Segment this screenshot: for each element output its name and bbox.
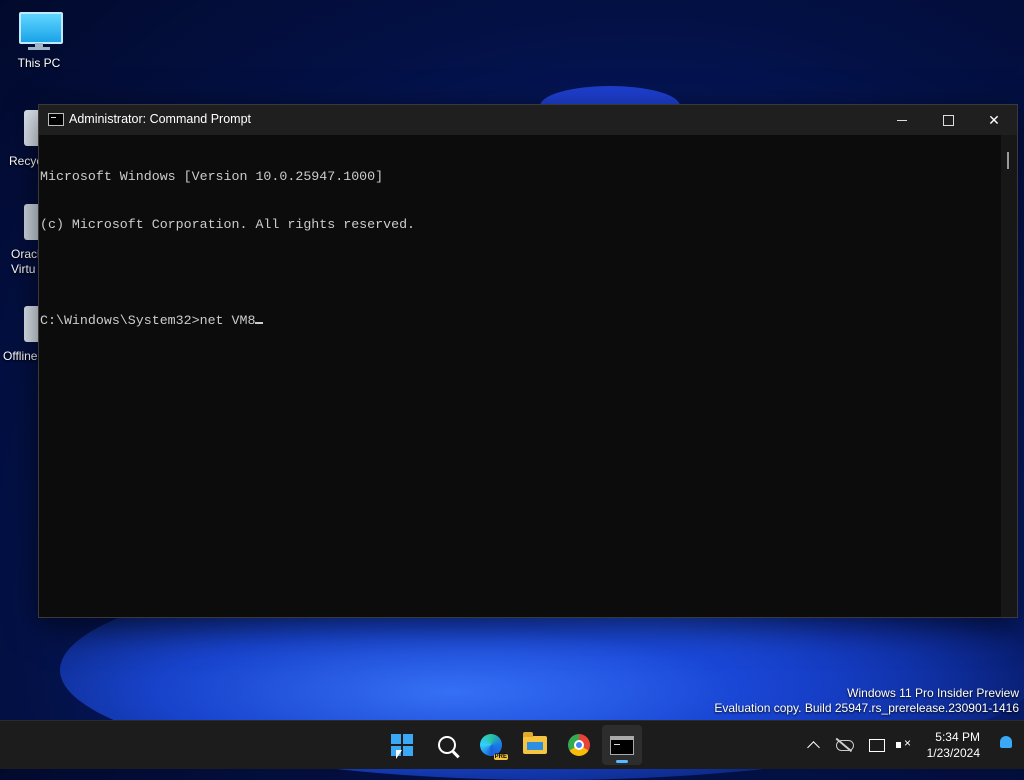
command-prompt-icon (48, 113, 64, 126)
this-pc-icon (17, 10, 63, 50)
window-title: Administrator: Command Prompt (69, 112, 252, 126)
command-prompt-taskbar-button[interactable] (602, 725, 642, 765)
console-prompt-command: C:\Windows\System32>net VM8 (40, 313, 256, 328)
evaluation-watermark: Windows 11 Pro Insider Preview Evaluatio… (714, 686, 1019, 716)
console-line: Microsoft Windows [Version 10.0.25947.10… (40, 169, 384, 184)
edge-icon: PRE (480, 734, 508, 760)
maximize-button[interactable] (925, 105, 971, 135)
onedrive-tray-button[interactable] (835, 735, 855, 755)
window-titlebar[interactable]: Administrator: Command Prompt ✕ (39, 105, 1017, 135)
close-button[interactable]: ✕ (971, 105, 1017, 135)
clock-time: 5:34 PM (935, 730, 980, 744)
chevron-up-icon (806, 740, 820, 754)
vertical-scrollbar[interactable] (1001, 135, 1017, 617)
text-cursor (255, 322, 264, 324)
show-hidden-icons-button[interactable] (803, 735, 823, 755)
search-icon (438, 736, 456, 754)
active-indicator (616, 760, 628, 763)
console-line: (c) Microsoft Corporation. All rights re… (40, 217, 416, 232)
watermark-build: Evaluation copy. Build 25947.rs_prerelea… (714, 701, 1019, 715)
console-input-line[interactable]: C:\Windows\System32>net VM8 (40, 313, 1001, 329)
search-button[interactable] (427, 725, 467, 765)
desktop-icon-label: This PC (17, 56, 61, 70)
console-output[interactable]: Microsoft Windows [Version 10.0.25947.10… (39, 135, 1001, 617)
system-clock[interactable]: 5:34 PM 1/23/2024 (927, 729, 980, 761)
notification-bell-icon[interactable] (1000, 736, 1012, 748)
volume-tray-button[interactable] (893, 735, 913, 755)
minimize-icon (897, 119, 907, 121)
desktop-icon-this-pc[interactable]: This PC (1, 10, 77, 70)
clock-date: 1/23/2024 (926, 746, 980, 760)
network-tray-button[interactable] (867, 735, 887, 755)
volume-muted-icon (896, 736, 911, 751)
command-prompt-icon (610, 735, 634, 755)
file-explorer-icon (523, 732, 547, 754)
file-explorer-button[interactable] (515, 725, 555, 765)
maximize-icon (942, 114, 954, 126)
scrollbar-thumb[interactable] (1007, 152, 1009, 169)
minimize-button[interactable] (879, 105, 925, 135)
taskbar: PRE 5:34 PM 1/23/2024 (0, 720, 1024, 769)
edge-button[interactable]: PRE (471, 725, 511, 765)
close-icon: ✕ (988, 111, 1000, 128)
chrome-button[interactable] (559, 725, 599, 765)
watermark-edition: Windows 11 Pro Insider Preview (847, 686, 1019, 700)
start-button[interactable] (382, 725, 422, 765)
onedrive-offline-icon (836, 739, 854, 751)
command-prompt-window[interactable]: Administrator: Command Prompt ✕ Microsof… (38, 104, 1018, 618)
network-icon (869, 738, 885, 752)
edge-pre-badge: PRE (493, 754, 508, 760)
mouse-pointer-icon (396, 750, 402, 759)
chrome-icon (568, 734, 590, 756)
start-icon (391, 734, 413, 756)
